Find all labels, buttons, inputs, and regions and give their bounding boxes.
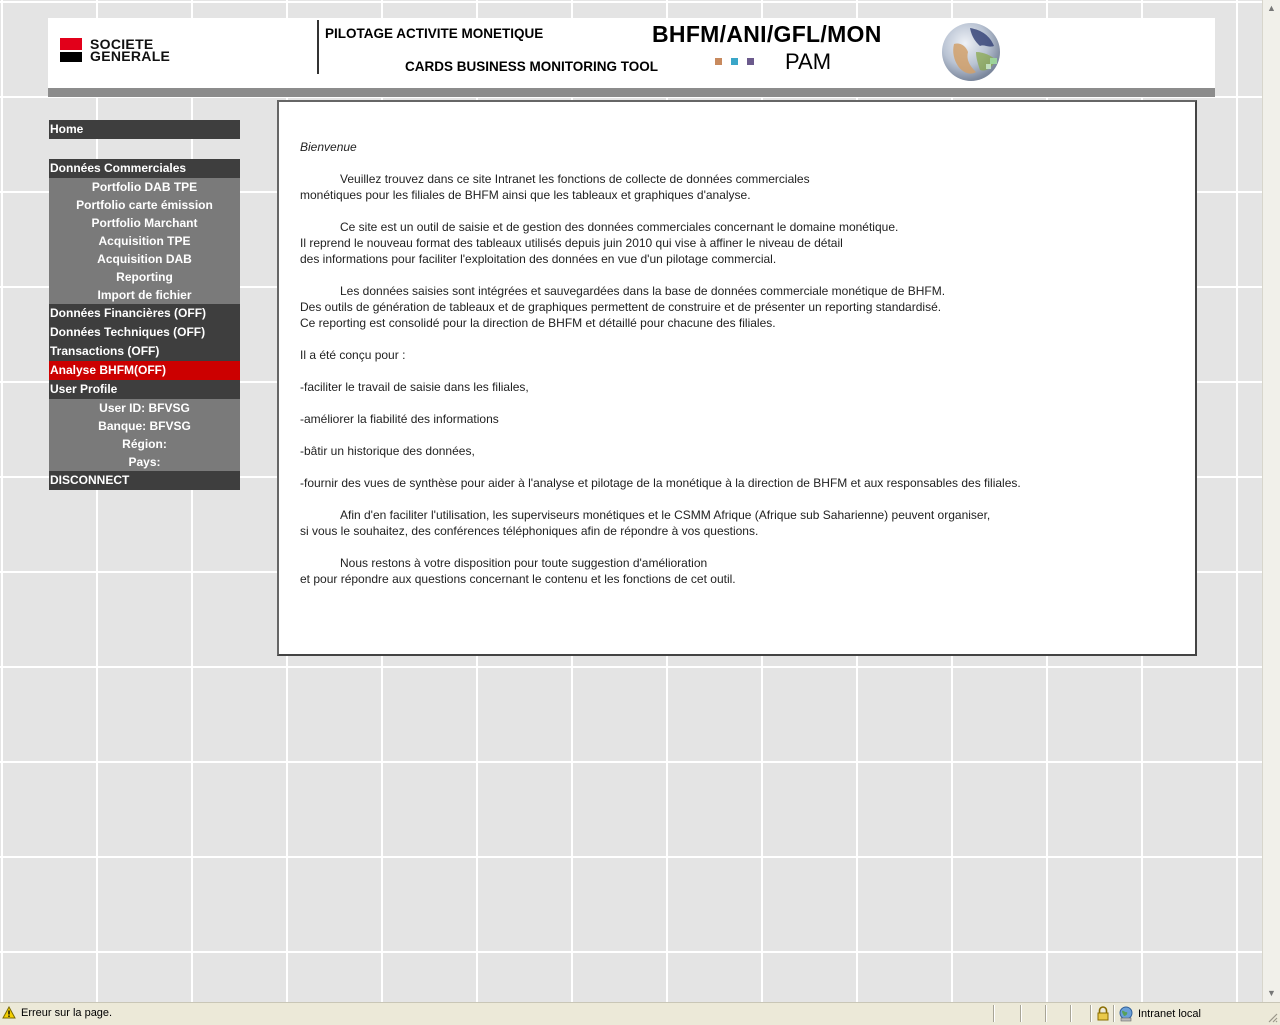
resize-grip-icon[interactable] xyxy=(1266,1011,1278,1023)
paragraph-support-line2: si vous le souhaitez, des conférences té… xyxy=(300,524,759,538)
societe-generale-logo-icon xyxy=(60,38,82,62)
user-id: User ID: BFVSG xyxy=(49,399,240,417)
paragraph-support: Afin d'en faciliter l'utilisation, les s… xyxy=(300,507,1180,539)
nav-reporting[interactable]: Reporting xyxy=(49,268,240,286)
nav-portfolio-carte-emission[interactable]: Portfolio carte émission xyxy=(49,196,240,214)
paragraph-intro: Veuillez trouvez dans ce site Intranet l… xyxy=(300,171,1180,203)
header-divider xyxy=(317,20,319,74)
paragraph-tool-line1: Ce site est un outil de saisie et de ges… xyxy=(340,220,899,234)
status-separator xyxy=(1020,1005,1022,1022)
nav-disconnect[interactable]: DISCONNECT xyxy=(49,471,240,490)
nav-portfolio-dab-tpe[interactable]: Portfolio DAB TPE xyxy=(49,178,240,196)
dot-2 xyxy=(731,58,738,65)
nav-transactions[interactable]: Transactions (OFF) xyxy=(49,342,240,361)
user-banque: Banque: BFVSG xyxy=(49,417,240,435)
decorative-dots xyxy=(715,58,763,65)
status-separator xyxy=(993,1005,995,1022)
app-title-english: CARDS BUSINESS MONITORING TOOL xyxy=(405,59,659,74)
globe-icon xyxy=(942,23,1000,81)
paragraph-data-line3: Ce reporting est consolidé pour la direc… xyxy=(300,316,776,330)
welcome-heading: Bienvenue xyxy=(300,140,357,154)
status-separator xyxy=(1070,1005,1072,1022)
paragraph-tool-line3: des informations pour faciliter l'exploi… xyxy=(300,252,777,266)
nav-analyse-bhfm[interactable]: Analyse BHFM(OFF) xyxy=(49,361,240,380)
paragraph-data-line2: Des outils de génération de tableaux et … xyxy=(300,300,942,314)
status-message-text: Erreur sur la page. xyxy=(21,1006,113,1019)
page-header: SOCIETE GENERALE PILOTAGE ACTIVITE MONET… xyxy=(48,18,1215,88)
paragraph-contact: Nous restons à votre disposition pour to… xyxy=(300,555,1180,587)
logo-text-line2: GENERALE xyxy=(90,48,171,64)
browser-status-bar: Erreur sur la page. Intranet local xyxy=(0,1002,1280,1025)
welcome-text: Bienvenue Veuillez trouvez dans ce site … xyxy=(300,139,1180,603)
intranet-zone-icon xyxy=(1119,1006,1133,1022)
nav-portfolio-marchant[interactable]: Portfolio Marchant xyxy=(49,214,240,232)
paragraph-intro-line1: Veuillez trouvez dans ce site Intranet l… xyxy=(340,172,810,186)
header-bottom-bar xyxy=(48,88,1215,97)
user-region: Région: xyxy=(49,435,240,453)
paragraph-contact-line2: et pour répondre aux questions concernan… xyxy=(300,572,736,586)
bullet-synthese: -fournir des vues de synthèse pour aider… xyxy=(300,476,1021,490)
bullet-fiabilite: -améliorer la fiabilité des informations xyxy=(300,412,499,426)
nav-acquisition-dab[interactable]: Acquisition DAB xyxy=(49,250,240,268)
nav-home[interactable]: Home xyxy=(49,120,240,139)
nav-donnees-commerciales[interactable]: Données Commerciales xyxy=(49,159,240,178)
bullet-historique: -bâtir un historique des données, xyxy=(300,444,475,458)
status-separator xyxy=(1090,1005,1092,1022)
nav-import-fichier[interactable]: Import de fichier xyxy=(49,286,240,304)
warning-icon[interactable] xyxy=(2,1006,16,1019)
paragraph-data: Les données saisies sont intégrées et sa… xyxy=(300,283,1180,331)
security-zone-label: Intranet local xyxy=(1138,1008,1201,1020)
scroll-up-icon[interactable]: ▲ xyxy=(1263,0,1280,17)
status-separator xyxy=(1045,1005,1047,1022)
sidebar-nav: Home Données Commerciales Portfolio DAB … xyxy=(49,120,240,490)
user-pays: Pays: xyxy=(49,453,240,471)
vertical-scrollbar[interactable]: ▲ ▼ xyxy=(1262,0,1280,1002)
lock-icon xyxy=(1097,1006,1109,1021)
dot-1 xyxy=(715,58,722,65)
status-message[interactable]: Erreur sur la page. xyxy=(2,1006,112,1019)
main-content-panel: Bienvenue Veuillez trouvez dans ce site … xyxy=(277,100,1197,656)
nav-donnees-financieres[interactable]: Données Financières (OFF) xyxy=(49,304,240,323)
status-separator xyxy=(1113,1005,1115,1022)
paragraph-tool: Ce site est un outil de saisie et de ges… xyxy=(300,219,1180,267)
paragraph-contact-line1: Nous restons à votre disposition pour to… xyxy=(340,556,708,570)
nav-donnees-techniques[interactable]: Données Techniques (OFF) xyxy=(49,323,240,342)
paragraph-data-line1: Les données saisies sont intégrées et sa… xyxy=(340,284,946,298)
paragraph-intro-line2: monétiques pour les filiales de BHFM ain… xyxy=(300,188,751,202)
scroll-down-icon[interactable]: ▼ xyxy=(1263,985,1280,1002)
dot-3 xyxy=(747,58,754,65)
paragraph-purpose: Il a été conçu pour : xyxy=(300,348,406,362)
paragraph-tool-line2: Il reprend le nouveau format des tableau… xyxy=(300,236,843,250)
user-profile-heading: User Profile xyxy=(49,380,240,399)
app-short-name: PAM xyxy=(785,49,832,74)
paragraph-support-line1: Afin d'en faciliter l'utilisation, les s… xyxy=(340,508,991,522)
societe-generale-logo[interactable]: SOCIETE GENERALE xyxy=(60,37,171,64)
nav-acquisition-tpe[interactable]: Acquisition TPE xyxy=(49,232,240,250)
app-title-french: PILOTAGE ACTIVITE MONETIQUE xyxy=(325,26,544,41)
bullet-saisie: -faciliter le travail de saisie dans les… xyxy=(300,380,529,394)
department-code: BHFM/ANI/GFL/MON xyxy=(652,21,882,47)
security-zone[interactable]: Intranet local xyxy=(1118,1006,1201,1022)
